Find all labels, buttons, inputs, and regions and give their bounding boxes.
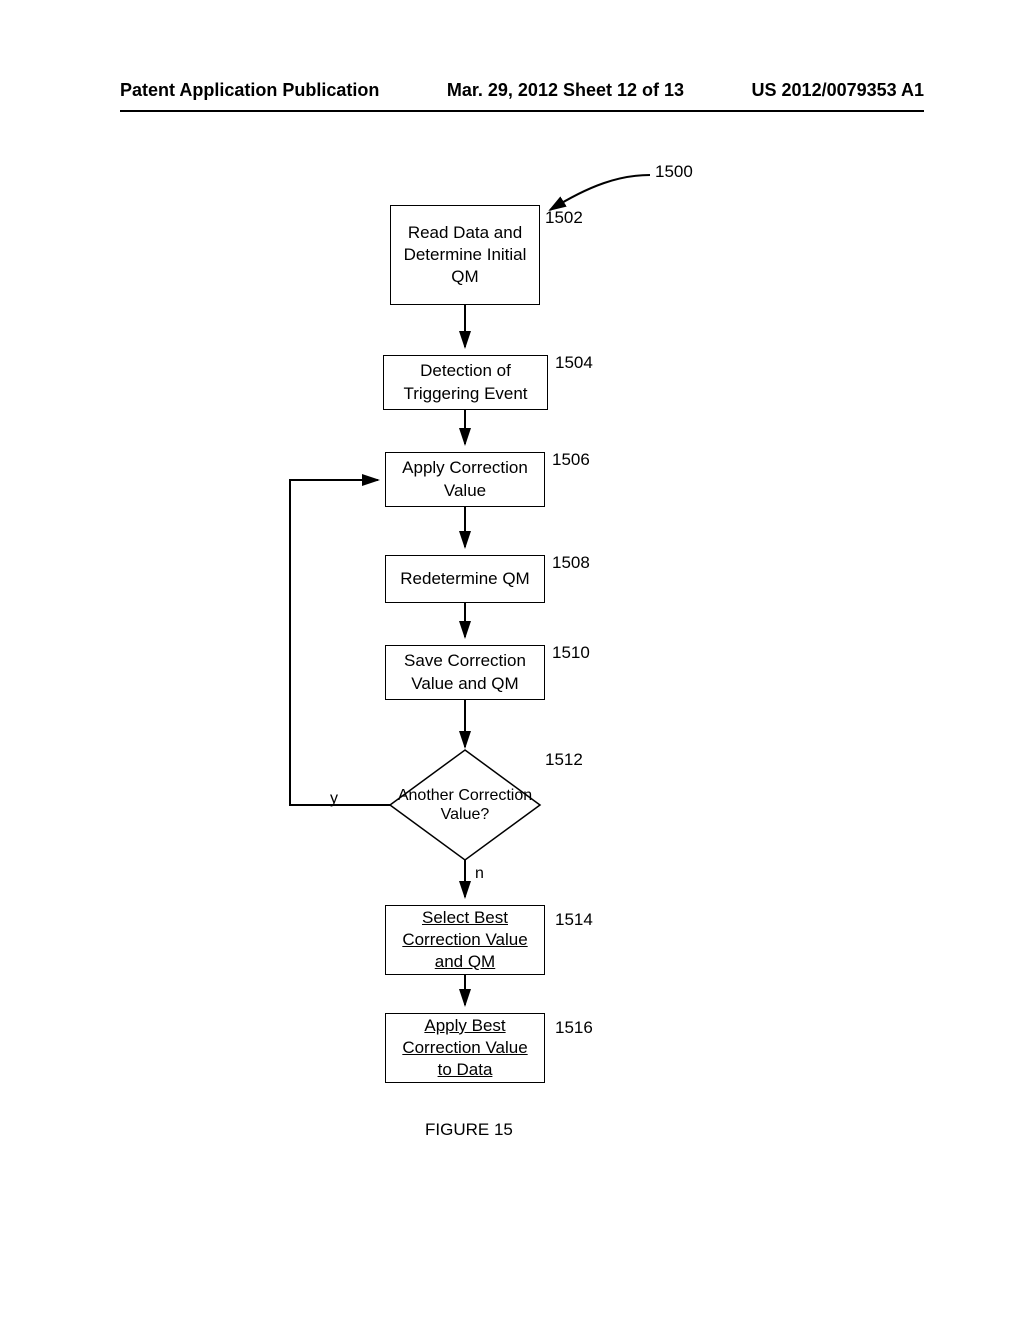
arrow-1502-1504	[464, 305, 466, 355]
header-center: Mar. 29, 2012 Sheet 12 of 13	[447, 80, 684, 101]
step-1516: Apply Best Correction Value to Data	[385, 1013, 545, 1083]
header-rule	[120, 110, 924, 112]
decision-1512: Another Correction Value?	[390, 750, 540, 860]
step-1508: Redetermine QM	[385, 555, 545, 603]
overall-ref: 1500	[655, 162, 693, 182]
ref-1516: 1516	[555, 1018, 593, 1038]
ref-1508: 1508	[552, 553, 590, 573]
decision-1512-label: Another Correction Value?	[390, 750, 540, 860]
loop-yes-1512-1506	[290, 475, 400, 815]
ref-1512: 1512	[545, 750, 583, 770]
figure-label: FIGURE 15	[425, 1120, 513, 1140]
step-1514: Select Best Correction Value and QM	[385, 905, 545, 975]
header-left: Patent Application Publication	[120, 80, 379, 101]
header-right: US 2012/0079353 A1	[752, 80, 924, 101]
ref-1514: 1514	[555, 910, 593, 930]
ref-1506: 1506	[552, 450, 590, 470]
ref-1502: 1502	[545, 208, 583, 228]
arrow-1508-1510	[464, 603, 466, 645]
ref-1504: 1504	[555, 353, 593, 373]
step-1506: Apply Correction Value	[385, 452, 545, 507]
step-1502: Read Data and Determine Initial QM	[390, 205, 540, 305]
page-header: Patent Application Publication Mar. 29, …	[120, 80, 924, 101]
arrow-1504-1506	[464, 410, 466, 452]
arrow-1514-1516	[464, 975, 466, 1013]
step-1510: Save Correction Value and QM	[385, 645, 545, 700]
flowchart: 1500 Read Data and Determine Initial QM …	[0, 150, 1024, 1250]
page: Patent Application Publication Mar. 29, …	[0, 0, 1024, 1320]
step-1504: Detection of Triggering Event	[383, 355, 548, 410]
arrow-1512-1514	[464, 860, 466, 905]
decision-no-label: n	[475, 865, 484, 883]
ref-1510: 1510	[552, 643, 590, 663]
arrow-1506-1508	[464, 507, 466, 555]
arrow-1510-1512	[464, 700, 466, 755]
